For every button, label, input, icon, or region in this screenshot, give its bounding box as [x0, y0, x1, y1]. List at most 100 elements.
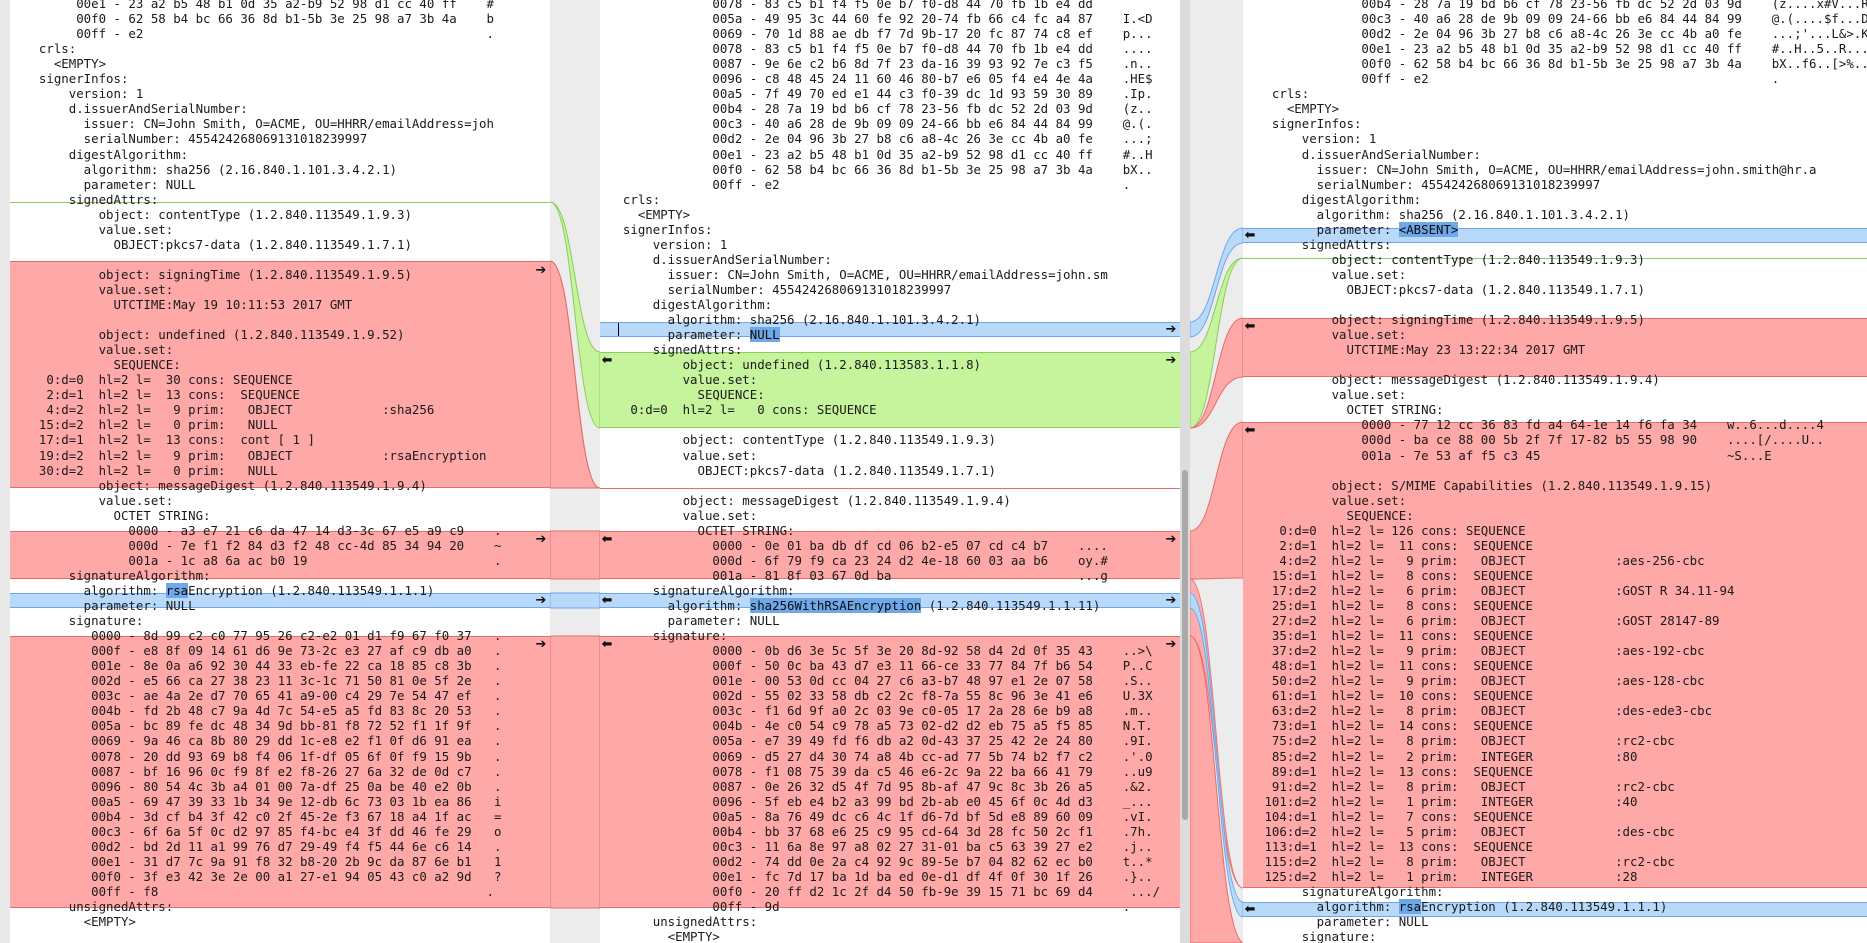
code-line: algorithm: rsaEncryption (1.2.840.113549…	[24, 582, 435, 598]
highlighted-token: <ABSENT>	[1398, 221, 1459, 237]
code-line: signedAttrs:	[608, 342, 743, 358]
arrow-right-icon[interactable]: ➔	[534, 594, 548, 608]
code-line: 63:d=2 hl=2 l= 8 prim: OBJECT :des-ede3-…	[1257, 703, 1713, 719]
code-line: serialNumber: 4554242680691310182399​97	[608, 281, 952, 297]
code-line: 0087 - 9e 6e c2 b6 8d 7f 23 da-16 39 93 …	[608, 56, 1153, 72]
code-line: 2:d=1 hl=2 l= 11 cons: SEQUENCE	[1257, 537, 1534, 553]
code-line: 001e - 8e 0a a6 92 30 44 33 eb-fe 22 ca …	[24, 658, 502, 674]
code-line: 000f - 50 0c ba 43 d7 e3 11 66-ce 33 77 …	[608, 658, 1153, 674]
code-line: 00d2 - 2e 04 96 3b 27 b8 c6 a8-4c 26 3e …	[1257, 26, 1867, 42]
code-line: 00ff - e2 .	[1257, 71, 1780, 87]
code-line: algorithm: sha256WithRSAEncryption (1.2.…	[608, 598, 1101, 613]
arrow-left-icon[interactable]: ⬅	[600, 354, 614, 368]
code-line: 000d - 7e f1 f2 84 d3 f2 48 cc-4d 85 34 …	[24, 537, 502, 553]
code-line: value.set:	[608, 372, 758, 388]
code-line: crls:	[24, 41, 77, 57]
arrow-left-icon[interactable]: ⬅	[600, 638, 614, 652]
code-line: signature:	[608, 628, 728, 644]
code-line: serialNumber: 4554242680691310182399​97	[24, 131, 368, 147]
code-line: digestAlgorithm:	[608, 297, 773, 312]
code-line: 00c3 - 6f 6a 5f 0c d2 97 85 f4-bc e4 3f …	[24, 823, 502, 839]
code-line: 00d2 - 2e 04 96 3b 27 b8 c6 a8-4c 26 3e …	[608, 131, 1153, 147]
code-line: 85:d=2 hl=2 l= 2 prim: INTEGER :80	[1257, 748, 1638, 764]
arrow-left-icon[interactable]: ⬅	[1243, 229, 1257, 243]
scrollbar-thumb[interactable]	[1182, 470, 1188, 820]
code-line: <EMPTY>	[608, 929, 720, 943]
code-line: 00e1 - fc 7d 17 ba 1d ba ed 0e-d1 df 4f …	[608, 868, 1153, 884]
code-line: unsignedAttrs:	[24, 899, 174, 914]
code-line: unsignedAttrs:	[608, 914, 758, 930]
code-line: 00f0 - 62 58 b4 bc 66 36 8d b1-5b 3e 25 …	[608, 161, 1153, 177]
code-line: 001a - 7e 53 af f5 c3 45 ~S...E	[1257, 447, 1772, 463]
arrow-left-icon[interactable]: ⬅	[600, 533, 614, 547]
code-line: 00c3 - 11 6a 8e 97 a8 02 27 31-01 ba c5 …	[608, 838, 1153, 854]
code-line: 30:d=2 hl=2 l= 0 prim: NULL	[24, 462, 278, 478]
arrow-left-icon[interactable]: ⬅	[1243, 903, 1257, 917]
code-line: signature:	[24, 613, 144, 629]
code-line: 00c3 - 40 a6 28 de 9b 09 09 24-66 bb e6 …	[608, 116, 1153, 132]
code-line: <EMPTY>	[24, 914, 136, 930]
code-line: signedAttrs:	[1257, 236, 1392, 252]
code-line: 91:d=2 hl=2 l= 8 prim: OBJECT :rc2-cbc	[1257, 778, 1675, 794]
code-line: serialNumber: 4554242680691310182399​97	[1257, 176, 1601, 192]
right-diff-pane[interactable]: 00b4 - 28 7a 19 bd b6 cf 78 23-56 fb dc …	[1243, 0, 1867, 943]
code-line: value.set:	[608, 447, 758, 463]
code-line: 106:d=2 hl=2 l= 5 prim: OBJECT :des-cbc	[1257, 823, 1675, 839]
code-line: 17:d=1 hl=2 l= 13 cons: cont [ 1 ]	[24, 432, 315, 448]
code-line: parameter: <ABSENT>	[1257, 221, 1459, 237]
arrow-right-icon[interactable]: ➔	[1164, 323, 1178, 337]
code-line: parameter: NULL	[1257, 914, 1429, 930]
left-diff-pane[interactable]: 00e1 - 23 a2 b5 48 b1 0d 35 a2-b9 52 98 …	[10, 0, 550, 943]
code-line: 48:d=1 hl=2 l= 11 cons: SEQUENCE	[1257, 658, 1534, 674]
code-line: 0078 - 20 dd 93 69 b8 f4 06 1f-df 05 6f …	[24, 748, 502, 764]
arrow-right-icon[interactable]: ➔	[1164, 354, 1178, 368]
arrow-left-icon[interactable]: ⬅	[600, 594, 614, 608]
code-line: 00e1 - 23 a2 b5 48 b1 0d 35 a2-b9 52 98 …	[1257, 41, 1867, 57]
arrow-right-icon[interactable]: ➔	[1164, 594, 1178, 608]
code-line: 000d - 6f 79 f9 ca 23 24 d2 4e-18 60 03 …	[608, 552, 1108, 568]
vertical-scrollbar[interactable]	[1180, 0, 1190, 943]
code-line: <EMPTY>	[24, 56, 107, 72]
center-diff-pane[interactable]: 0078 - 83 c5 b1 f4 f5 0e b7 f0-d8 44 70 …	[600, 0, 1180, 943]
arrow-right-icon[interactable]: ➔	[534, 638, 548, 652]
arrow-right-icon[interactable]: ➔	[1164, 533, 1178, 547]
code-line: 00ff - 9d .	[608, 899, 1131, 914]
code-line: UTCTIME:May 23 13:22:34 2017 GMT	[1257, 342, 1586, 358]
code-line: OCTET STRING:	[1257, 402, 1444, 418]
arrow-right-icon[interactable]: ➔	[534, 533, 548, 547]
arrow-right-icon[interactable]: ➔	[534, 264, 548, 278]
code-line: 15:d=1 hl=2 l= 8 cons: SEQUENCE	[1257, 567, 1534, 583]
code-line: d.issuerAndSerialNumber:	[608, 251, 832, 267]
code-line: 0078 - f1 08 75 39 da c5 46 e6-2c 9a 22 …	[608, 763, 1153, 779]
arrow-left-icon[interactable]: ⬅	[1243, 424, 1257, 438]
code-line: 101:d=2 hl=2 l= 1 prim: INTEGER :40	[1257, 793, 1638, 809]
code-line: object: S/MIME Capabilities (1.2.840.113…	[1257, 477, 1713, 493]
code-line: 0096 - 5f eb e4 b2 a3 99 bd 2b-ab e0 45 …	[608, 793, 1153, 809]
code-line: object: undefined (1.2.840.113583.1.1.8)	[608, 357, 981, 373]
code-line: issuer: CN=John Smith, O=ACME, OU=HHRR/e…	[24, 116, 494, 132]
code-line: d.issuerAndSerialNumber:	[24, 101, 248, 117]
code-line: signature:	[1257, 929, 1377, 943]
code-line: 0096 - c8 48 45 24 11 60 46 80-b7 e6 05 …	[608, 71, 1153, 87]
code-line: 37:d=2 hl=2 l= 9 prim: OBJECT :aes-192-c…	[1257, 643, 1705, 659]
code-line: 0078 - 83 c5 b1 f4 f5 0e b7 f0-d8 44 70 …	[608, 0, 1093, 11]
code-line: object: signingTime (1.2.840.113549.1.9.…	[24, 266, 412, 282]
code-line: 000f - e8 8f 09 14 61 d6 9e 73-2c e3 27 …	[24, 643, 502, 659]
code-line: parameter: NULL	[608, 327, 780, 343]
code-line: 19:d=2 hl=2 l= 9 prim: OBJECT :rsaEncryp…	[24, 447, 487, 463]
code-line: 17:d=2 hl=2 l= 6 prim: OBJECT :GOST R 34…	[1257, 582, 1735, 598]
code-line: object: signingTime (1.2.840.113549.1.9.…	[1257, 312, 1645, 328]
arrow-right-icon[interactable]: ➔	[1164, 638, 1178, 652]
code-line: <EMPTY>	[1257, 101, 1340, 117]
code-line: algorithm: sha256 (2.16.840.1.101.3.4.2.…	[608, 312, 981, 328]
code-line: issuer: CN=John Smith, O=ACME, OU=HHRR/e…	[1257, 161, 1817, 177]
highlighted-token: NULL	[749, 327, 780, 343]
code-line: 003c - ae 4a 2e d7 70 65 41 a9-00 c4 29 …	[24, 688, 502, 704]
code-line: 0:d=0 hl=2 l= 126 cons: SEQUENCE	[1257, 522, 1526, 538]
arrow-left-icon[interactable]: ⬅	[1243, 320, 1257, 334]
code-line: 00ff - e2 .	[24, 26, 494, 42]
code-line: signatureAlgorithm:	[1257, 883, 1444, 899]
